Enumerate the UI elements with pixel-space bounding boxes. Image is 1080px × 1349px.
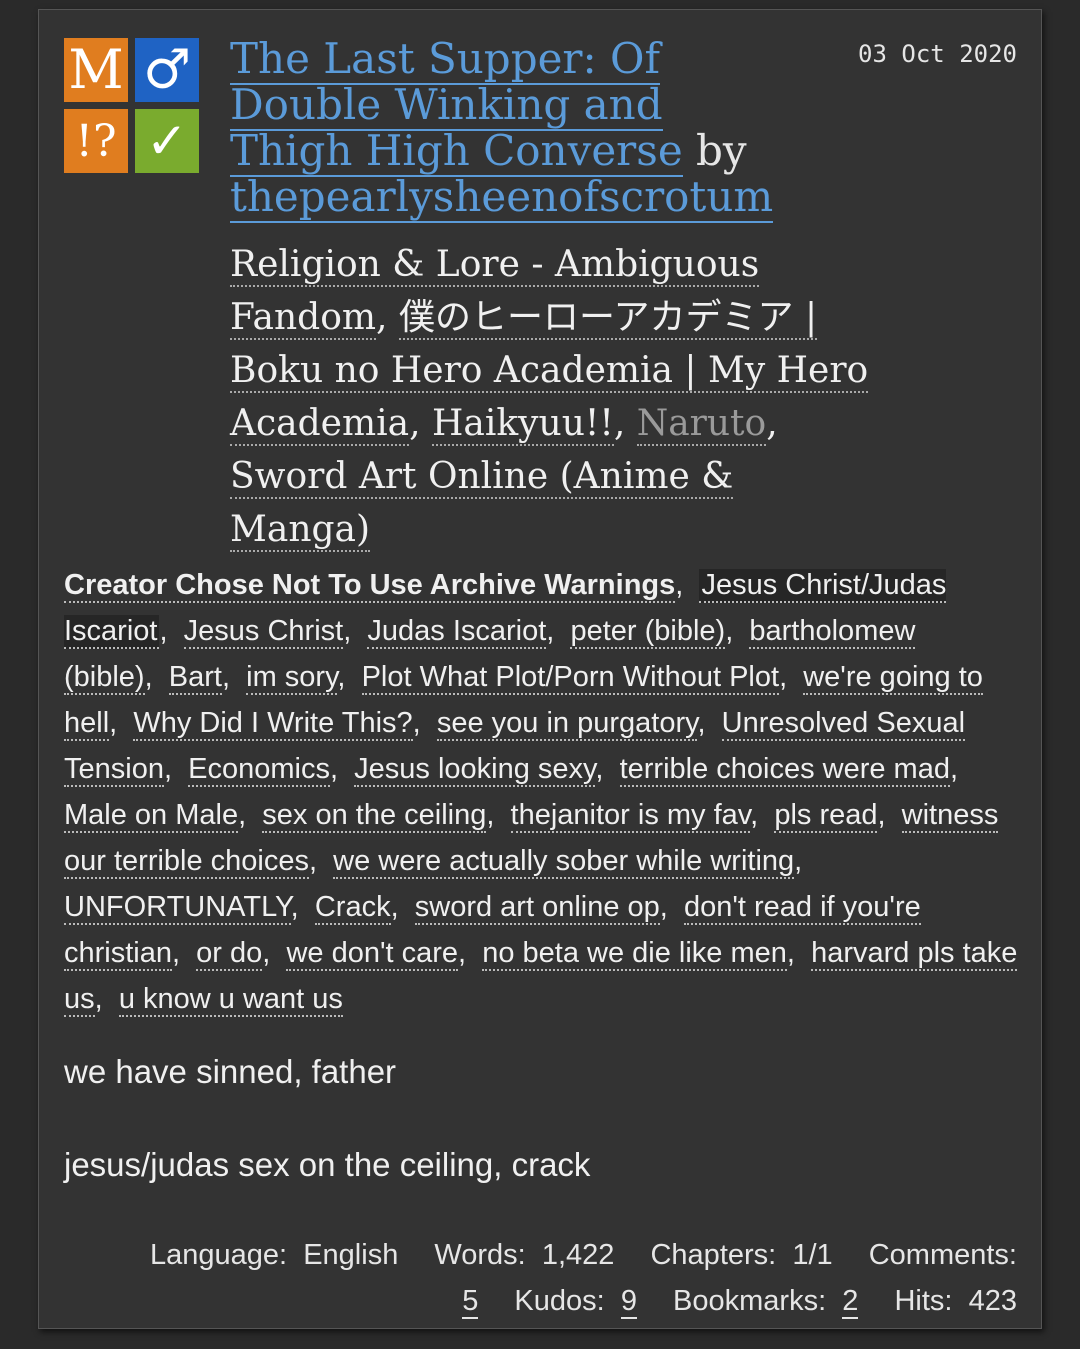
warning-choose-not-icon[interactable]: !?: [64, 109, 128, 173]
stat-bookmarks: Bookmarks: 2: [673, 1285, 859, 1319]
freeform-tag[interactable]: sword art online op: [414, 891, 660, 925]
stat-language: Language: English: [150, 1239, 398, 1271]
fandom-separator: ,: [376, 297, 399, 338]
stat-label: Kudos:: [514, 1285, 605, 1317]
stat-value: 423: [968, 1285, 1017, 1317]
stat-label: Language:: [149, 1239, 288, 1271]
freeform-tag[interactable]: we were actually sober while writing: [333, 845, 795, 879]
stat-comments-value: 5: [462, 1285, 479, 1319]
category-male-icon[interactable]: ♂: [135, 38, 199, 102]
kudos-link[interactable]: 9: [620, 1285, 637, 1319]
freeform-tag[interactable]: thejanitor is my fav: [510, 799, 751, 833]
stat-label: Hits:: [894, 1285, 953, 1317]
work-heading: The Last Supper: Of Double Winking and T…: [230, 34, 790, 223]
freeform-tag[interactable]: Plot What Plot/Porn Without Plot: [361, 661, 780, 695]
fandom-link[interactable]: Sword Art Online (Anime & Manga): [230, 456, 734, 552]
fandom-separator: ,: [409, 403, 432, 444]
freeform-tag[interactable]: UNFORTUNATLY: [64, 891, 291, 925]
work-stats: Language: English Words: 1,422 Chapters:…: [77, 1232, 1017, 1324]
published-date: 03 Oct 2020: [858, 40, 1017, 68]
freeform-tag[interactable]: or do: [196, 937, 263, 971]
tag-list: Creator Chose Not To Use Archive Warning…: [64, 569, 1018, 1017]
freeform-tag[interactable]: pls read: [774, 799, 878, 833]
fandom-link[interactable]: Haikyuu!!: [431, 403, 614, 446]
freeform-tag[interactable]: Male on Male: [64, 799, 239, 833]
fandom-link[interactable]: Naruto: [636, 403, 767, 446]
character-tag[interactable]: Jesus Christ: [183, 615, 344, 649]
freeform-tag[interactable]: see you in purgatory: [436, 707, 698, 741]
stat-comments: Comments:: [869, 1239, 1017, 1271]
stat-value: 1/1: [792, 1239, 833, 1271]
bookmarks-link[interactable]: 2: [842, 1285, 859, 1319]
stat-label: Comments:: [868, 1239, 1017, 1271]
author-link[interactable]: thepearlysheenofscrotum: [230, 172, 774, 223]
warning-tag[interactable]: Creator Chose Not To Use Archive Warning…: [64, 569, 676, 603]
fandom-separator: ,: [613, 403, 637, 444]
stat-hits: Hits: 423: [894, 1285, 1017, 1317]
work-title-link[interactable]: The Last Supper: Of Double Winking and T…: [230, 34, 683, 177]
freeform-tag[interactable]: no beta we die like men: [482, 937, 787, 971]
stat-chapters: Chapters: 1/1: [650, 1239, 832, 1271]
summary-line: we have sinned, father: [64, 1053, 397, 1090]
freeform-tag[interactable]: sex on the ceiling: [262, 799, 487, 833]
comments-link[interactable]: 5: [462, 1285, 479, 1319]
stat-value: 1,422: [541, 1239, 615, 1271]
freeform-tag[interactable]: terrible choices were mad: [619, 753, 950, 787]
stat-label: Bookmarks:: [673, 1285, 827, 1317]
fandom-separator: ,: [766, 403, 778, 444]
character-tag[interactable]: peter (bible): [570, 615, 726, 649]
stat-label: Chapters:: [650, 1239, 777, 1271]
stat-value: English: [303, 1239, 399, 1271]
work-blurb: M ♂ !? ✓ The Last Supper: Of Double Wink…: [38, 9, 1042, 1329]
freeform-tag[interactable]: Crack: [314, 891, 391, 925]
freeform-tag[interactable]: Why Did I Write This?: [133, 707, 413, 741]
freeform-tag[interactable]: u know u want us: [118, 983, 343, 1017]
by-text: by: [696, 126, 747, 175]
freeform-tag[interactable]: Jesus looking sexy: [354, 753, 596, 787]
stat-words: Words: 1,422: [434, 1239, 614, 1271]
freeform-tag[interactable]: im sory: [246, 661, 338, 695]
stat-kudos: Kudos: 9: [514, 1285, 637, 1319]
rating-mature-icon[interactable]: M: [64, 38, 128, 102]
work-summary: we have sinned, father jesus/judas sex o…: [64, 1050, 1014, 1236]
required-tags: M ♂ !? ✓: [64, 38, 200, 174]
summary-line: jesus/judas sex on the ceiling, crack: [64, 1146, 591, 1183]
character-tag[interactable]: Judas Iscariot: [367, 615, 547, 649]
complete-work-icon[interactable]: ✓: [135, 109, 199, 173]
stat-label: Words:: [434, 1239, 526, 1271]
freeform-tag[interactable]: we don't care: [286, 937, 459, 971]
fandom-list: Religion & Lore - Ambiguous Fandom, 僕のヒー…: [230, 238, 870, 556]
character-tag[interactable]: Bart: [168, 661, 222, 695]
freeform-tag[interactable]: Economics: [188, 753, 330, 787]
